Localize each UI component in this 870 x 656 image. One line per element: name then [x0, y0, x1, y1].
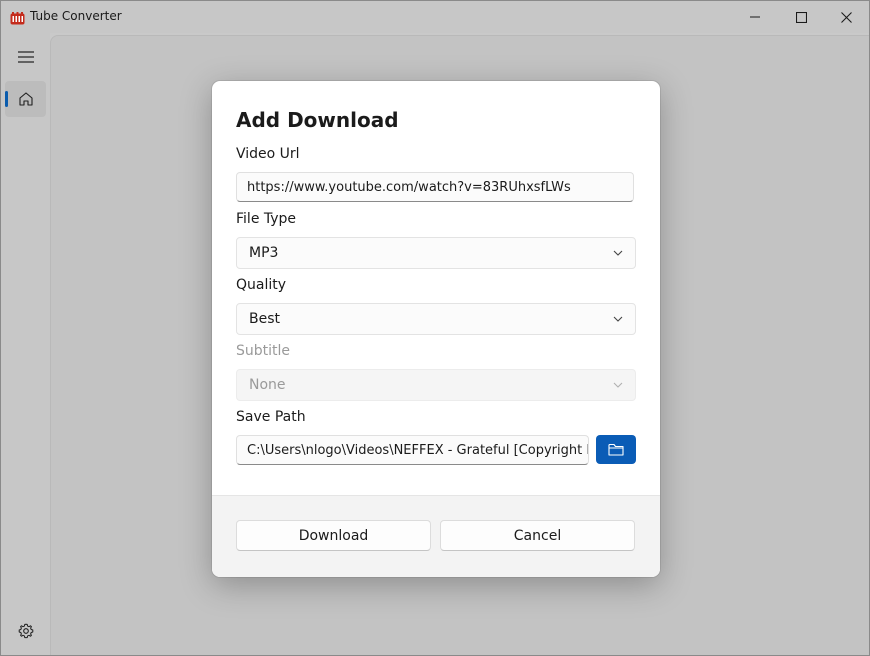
quality-label: Quality	[236, 277, 287, 293]
video-url-value: https://www.youtube.com/watch?v=83RUhxsf…	[247, 179, 571, 195]
subtitle-dropdown[interactable]: None	[236, 369, 636, 401]
save-path-input[interactable]: C:\Users\nlogo\Videos\NEFFEX - Grateful …	[236, 435, 589, 465]
chevron-down-icon	[613, 316, 623, 322]
minimize-icon	[750, 16, 760, 18]
minimize-button[interactable]	[732, 1, 778, 33]
home-icon	[18, 92, 33, 106]
settings-gear-icon	[18, 623, 33, 639]
dialog-footer: Download Cancel	[212, 495, 660, 577]
nav-item-home[interactable]	[5, 81, 46, 117]
subtitle-value: None	[249, 377, 286, 393]
selection-indicator	[5, 91, 8, 107]
chevron-down-icon	[613, 382, 623, 388]
file-type-dropdown[interactable]: MP3	[236, 237, 636, 269]
settings-button[interactable]	[5, 613, 46, 649]
navigation-rail	[1, 33, 50, 655]
quality-dropdown[interactable]: Best	[236, 303, 636, 335]
close-icon	[840, 11, 852, 23]
chevron-down-icon	[613, 250, 623, 256]
video-url-input[interactable]: https://www.youtube.com/watch?v=83RUhxsf…	[236, 172, 634, 202]
hamburger-menu-icon	[17, 51, 34, 63]
maximize-icon	[795, 11, 807, 23]
maximize-button[interactable]	[778, 1, 824, 33]
save-path-value: C:\Users\nlogo\Videos\NEFFEX - Grateful …	[247, 442, 589, 458]
title-bar[interactable]: Tube Converter	[1, 1, 869, 33]
add-download-dialog: Add Download Video Url https://www.youtu…	[212, 81, 660, 577]
subtitle-label: Subtitle	[236, 343, 291, 359]
save-path-label: Save Path	[236, 409, 306, 425]
quality-value: Best	[249, 311, 281, 327]
app-window: Tube Converter Add Download Video Url ht…	[0, 0, 870, 656]
dialog-title: Add Download	[236, 108, 399, 132]
hamburger-menu-button[interactable]	[5, 39, 46, 75]
folder-icon	[608, 443, 624, 456]
file-type-label: File Type	[236, 211, 297, 227]
close-button[interactable]	[823, 1, 869, 33]
download-button[interactable]: Download	[236, 520, 431, 551]
cancel-button[interactable]: Cancel	[440, 520, 635, 551]
app-logo-icon	[10, 10, 25, 25]
browse-folder-button[interactable]	[596, 435, 636, 464]
file-type-value: MP3	[249, 245, 279, 261]
window-title: Tube Converter	[30, 9, 122, 23]
video-url-label: Video Url	[236, 146, 300, 162]
